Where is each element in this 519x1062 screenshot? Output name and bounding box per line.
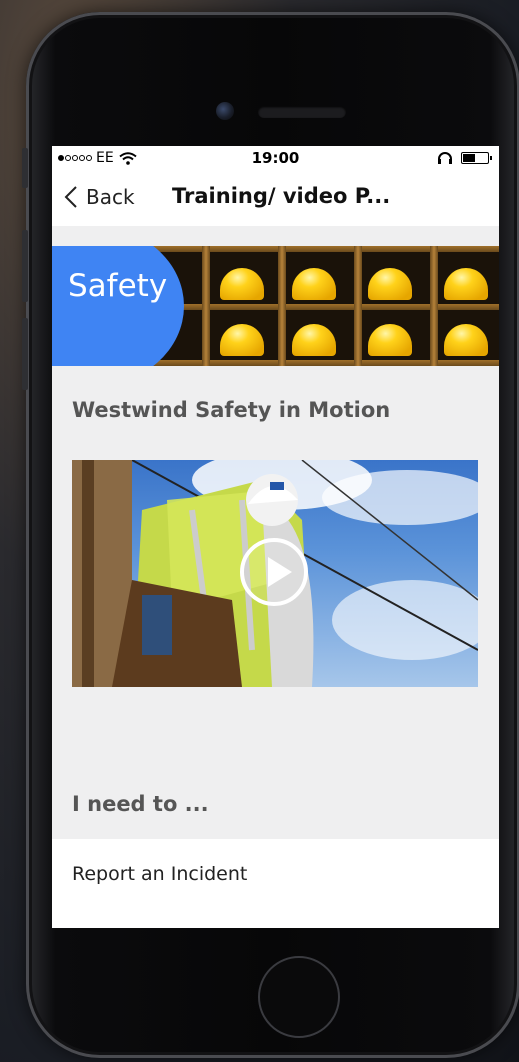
shelf-post [354, 246, 362, 366]
helmet-image [220, 324, 264, 356]
front-camera [216, 102, 234, 120]
volume-down-button [22, 318, 28, 390]
helmet-image [292, 268, 336, 300]
helmet-image [444, 268, 488, 300]
list-item-label: Report an Incident [72, 863, 248, 885]
status-right [437, 151, 492, 165]
play-icon [268, 557, 292, 587]
safety-badge: Safety [52, 246, 184, 366]
video-thumbnail[interactable] [72, 460, 478, 687]
list-item[interactable] [52, 909, 499, 928]
headphones-icon [438, 152, 452, 164]
shelf-post [430, 246, 438, 366]
helmet-image [444, 324, 488, 356]
safety-banner: Safety [52, 246, 499, 366]
home-button[interactable] [258, 956, 340, 1038]
helmet-image [368, 324, 412, 356]
safety-label: Safety [68, 268, 168, 304]
play-button[interactable] [240, 538, 308, 606]
battery-icon [461, 152, 492, 164]
volume-up-button [22, 230, 28, 302]
earpiece-speaker [258, 106, 346, 118]
section-title: Westwind Safety in Motion [72, 398, 391, 422]
mute-switch [22, 148, 28, 188]
list-item-report-incident[interactable]: Report an Incident [52, 839, 499, 910]
page-title: Training/ video P... [172, 184, 391, 208]
actions-title: I need to ... [72, 792, 209, 816]
nav-bar: Back Training/ video P... [52, 170, 499, 226]
shelf-post [202, 246, 210, 366]
status-bar: EE 19:00 [52, 146, 499, 170]
shelf-post [278, 246, 286, 366]
back-button[interactable]: Back [64, 185, 135, 209]
helmet-image [368, 268, 412, 300]
helmet-image [220, 268, 264, 300]
helmet-image [292, 324, 336, 356]
status-time: 19:00 [251, 149, 300, 167]
back-label: Back [86, 185, 135, 209]
chevron-left-icon [64, 186, 77, 208]
app-screen: EE 19:00 Back Training/ video P... Safet… [52, 146, 499, 928]
